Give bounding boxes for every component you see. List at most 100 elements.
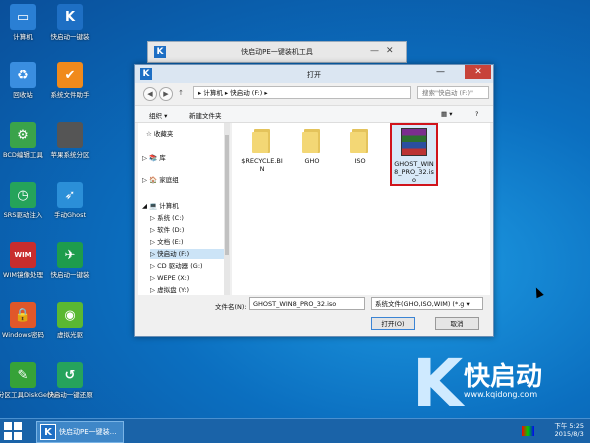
lock-icon: 🔒	[10, 302, 36, 328]
gear-icon: ⚙	[10, 122, 36, 148]
disc-icon: ◉	[57, 302, 83, 328]
desktop-icon-label: 计算机	[13, 33, 33, 41]
brand-name: 快启动	[464, 362, 543, 392]
address-bar[interactable]: ▸ 计算机 ▸ 快启动 (F:) ▸	[193, 86, 411, 99]
new-folder-button[interactable]: 新建文件夹	[189, 110, 222, 120]
open-button[interactable]: 打开(O)	[371, 317, 415, 330]
desktop-icon-label: 快启动一键装	[50, 33, 90, 41]
desktop-icon[interactable]: 苹果系统分区	[45, 122, 95, 159]
desktop-icon-label: 分区工具DiskGenius	[0, 391, 61, 399]
runner-icon: ✈	[57, 242, 83, 268]
taskbar-app-button[interactable]: K 快启动PE一键装…	[36, 421, 124, 443]
taskbar-app-label: 快启动PE一键装…	[59, 428, 117, 436]
winrar-archive-icon	[401, 128, 427, 156]
minimize-button[interactable]: —	[436, 67, 445, 77]
desktop-icon[interactable]: ✎ 分区工具DiskGenius	[0, 362, 61, 399]
folder-icon	[302, 129, 322, 153]
desktop-icon[interactable]: ⚙ BCD编辑工具	[0, 122, 48, 159]
nav-item[interactable]: ▷ 虚拟盘 (Y:)	[150, 285, 224, 295]
k-logo-icon: K	[40, 424, 56, 440]
nav-scrollbar[interactable]	[224, 123, 230, 295]
folder-icon	[350, 129, 370, 153]
desktop-icon-label: 快启动一键还原	[47, 391, 93, 399]
apple-icon	[57, 122, 83, 148]
nav-item[interactable]: ▷ 文档 (E:)	[150, 237, 224, 247]
file-name: ISO	[354, 157, 366, 165]
desktop-icon[interactable]: ◉ 虚拟光驱	[45, 302, 95, 339]
nav-item[interactable]: ▷ 快启动 (F:)	[150, 249, 224, 259]
file-item[interactable]: GHO	[290, 129, 334, 165]
mouse-cursor-icon	[532, 285, 544, 299]
nav-item[interactable]: ▷ 系统 (C:)	[150, 213, 224, 223]
nav-item[interactable]: ▷ WEPE (X:)	[150, 273, 224, 283]
shield-icon: ✔	[57, 62, 83, 88]
file-name: GHOST_WIN8_PRO_32.iso	[394, 160, 434, 184]
file-item[interactable]: ISO	[338, 129, 382, 165]
nav-item[interactable]: ◢ 💻 计算机	[142, 201, 224, 211]
navigation-pane: ☆ 收藏夹 ▷ 📚 库 ▷ 🏠 家庭组 ◢ 💻 计算机 ▷ 系统 (C:) ▷ 软件 (D…	[138, 123, 224, 295]
wrench-icon: ✎	[10, 362, 36, 388]
desktop-icon-label: 苹果系统分区	[50, 151, 90, 159]
nav-item[interactable]: ▷ CD 驱动器 (G:)	[150, 261, 224, 271]
start-button[interactable]	[4, 422, 22, 440]
desktop-icon-label: Windows密码	[1, 331, 44, 339]
navigation-bar: ◀ ▶ ↑ ▸ 计算机 ▸ 快启动 (F:) ▸ 搜索"快启动 (F:)"	[135, 83, 493, 103]
nav-item[interactable]: ☆ 收藏夹	[146, 129, 224, 139]
desktop-icon[interactable]: 🔒 Windows密码	[0, 302, 48, 339]
desktop-icon[interactable]: ✈ 快启动一键装	[45, 242, 95, 279]
desktop-icon-label: BCD编辑工具	[3, 151, 43, 159]
search-input[interactable]: 搜索"快启动 (F:)"	[417, 86, 489, 99]
desktop-icon[interactable]: ➶ 手动Ghost	[45, 182, 95, 219]
help-icon[interactable]: ?	[475, 110, 478, 118]
filename-input[interactable]: GHOST_WIN8_PRO_32.iso	[249, 297, 365, 310]
back-arrow-icon[interactable]: ◀	[143, 87, 157, 101]
desktop-icon[interactable]: K 快启动一键装	[45, 4, 95, 41]
nav-item[interactable]: ▷ 软件 (D:)	[150, 225, 224, 235]
clock[interactable]: 下午 5:25 2015/8/3	[554, 422, 584, 438]
file-name: GHO	[304, 157, 320, 165]
dialog-titlebar: K 打开 — ✕	[135, 65, 493, 83]
desktop-icon-label: WIM镜像处理	[3, 271, 43, 279]
scrollbar-thumb[interactable]	[225, 135, 229, 255]
desktop-icon[interactable]: WIM WIM镜像处理	[0, 242, 48, 279]
color-tray-icon[interactable]	[522, 426, 534, 436]
recycle-bin-icon: ♻	[10, 62, 36, 88]
close-button[interactable]: ✕	[386, 46, 394, 56]
file-item-selected[interactable]: GHOST_WIN8_PRO_32.iso	[390, 123, 438, 186]
desktop-icon[interactable]: ▭ 计算机	[0, 4, 48, 41]
desktop-icon-label: 手动Ghost	[53, 211, 87, 219]
clock-icon: ◷	[10, 182, 36, 208]
filename-label: 文件名(N):	[215, 303, 247, 311]
open-file-dialog: K 打开 — ✕ ◀ ▶ ↑ ▸ 计算机 ▸ 快启动 (F:) ▸ 搜索"快启动…	[134, 64, 494, 337]
desktop-icon[interactable]: ◷ SRS驱动注入	[0, 182, 48, 219]
desktop-icon-label: 虚拟光驱	[57, 331, 83, 339]
dialog-toolbar: 组织 ▾ 新建文件夹 ▦ ▾ ?	[135, 105, 493, 123]
filetype-select[interactable]: 系统文件(GHO,ISO,WIM) (*.g ▾	[371, 297, 483, 310]
view-options-icon[interactable]: ▦ ▾	[441, 110, 452, 118]
up-arrow-icon[interactable]: ↑	[175, 87, 187, 99]
nav-item[interactable]: ▷ 📚 库	[142, 153, 224, 163]
taskbar: K 快启动PE一键装… 下午 5:25 2015/8/3	[0, 418, 590, 443]
desktop-icon[interactable]: ♻ 回收站	[0, 62, 48, 99]
desktop-icon-label: 快启动一键装	[50, 271, 90, 279]
close-button[interactable]: ✕	[465, 65, 491, 79]
organize-button[interactable]: 组织 ▾	[149, 110, 167, 120]
k-logo-icon: K	[57, 4, 83, 30]
pe-install-tool-window[interactable]: K 快启动PE一键装机工具 — ✕	[147, 41, 407, 63]
bird-icon: ➶	[57, 182, 83, 208]
desktop-icon[interactable]: ↺ 快启动一键还原	[45, 362, 95, 399]
wim-icon: WIM	[10, 242, 36, 268]
window-title: 快启动PE一键装机工具	[241, 48, 313, 56]
desktop-icon-label: SRS驱动注入	[3, 211, 43, 219]
desktop-icon[interactable]: ✔ 系统文件助手	[45, 62, 95, 99]
desktop-icon-label: 回收站	[13, 91, 33, 99]
brand-k-icon: K	[412, 345, 464, 422]
forward-arrow-icon[interactable]: ▶	[159, 87, 173, 101]
file-name: $RECYCLE.BIN	[241, 157, 283, 173]
desktop-icon-label: 系统文件助手	[50, 91, 90, 99]
minimize-button[interactable]: —	[370, 46, 379, 56]
file-item[interactable]: $RECYCLE.BIN	[240, 129, 284, 173]
nav-item[interactable]: ▷ 🏠 家庭组	[142, 175, 224, 185]
computer-icon: ▭	[10, 4, 36, 30]
cancel-button[interactable]: 取消	[435, 317, 479, 330]
